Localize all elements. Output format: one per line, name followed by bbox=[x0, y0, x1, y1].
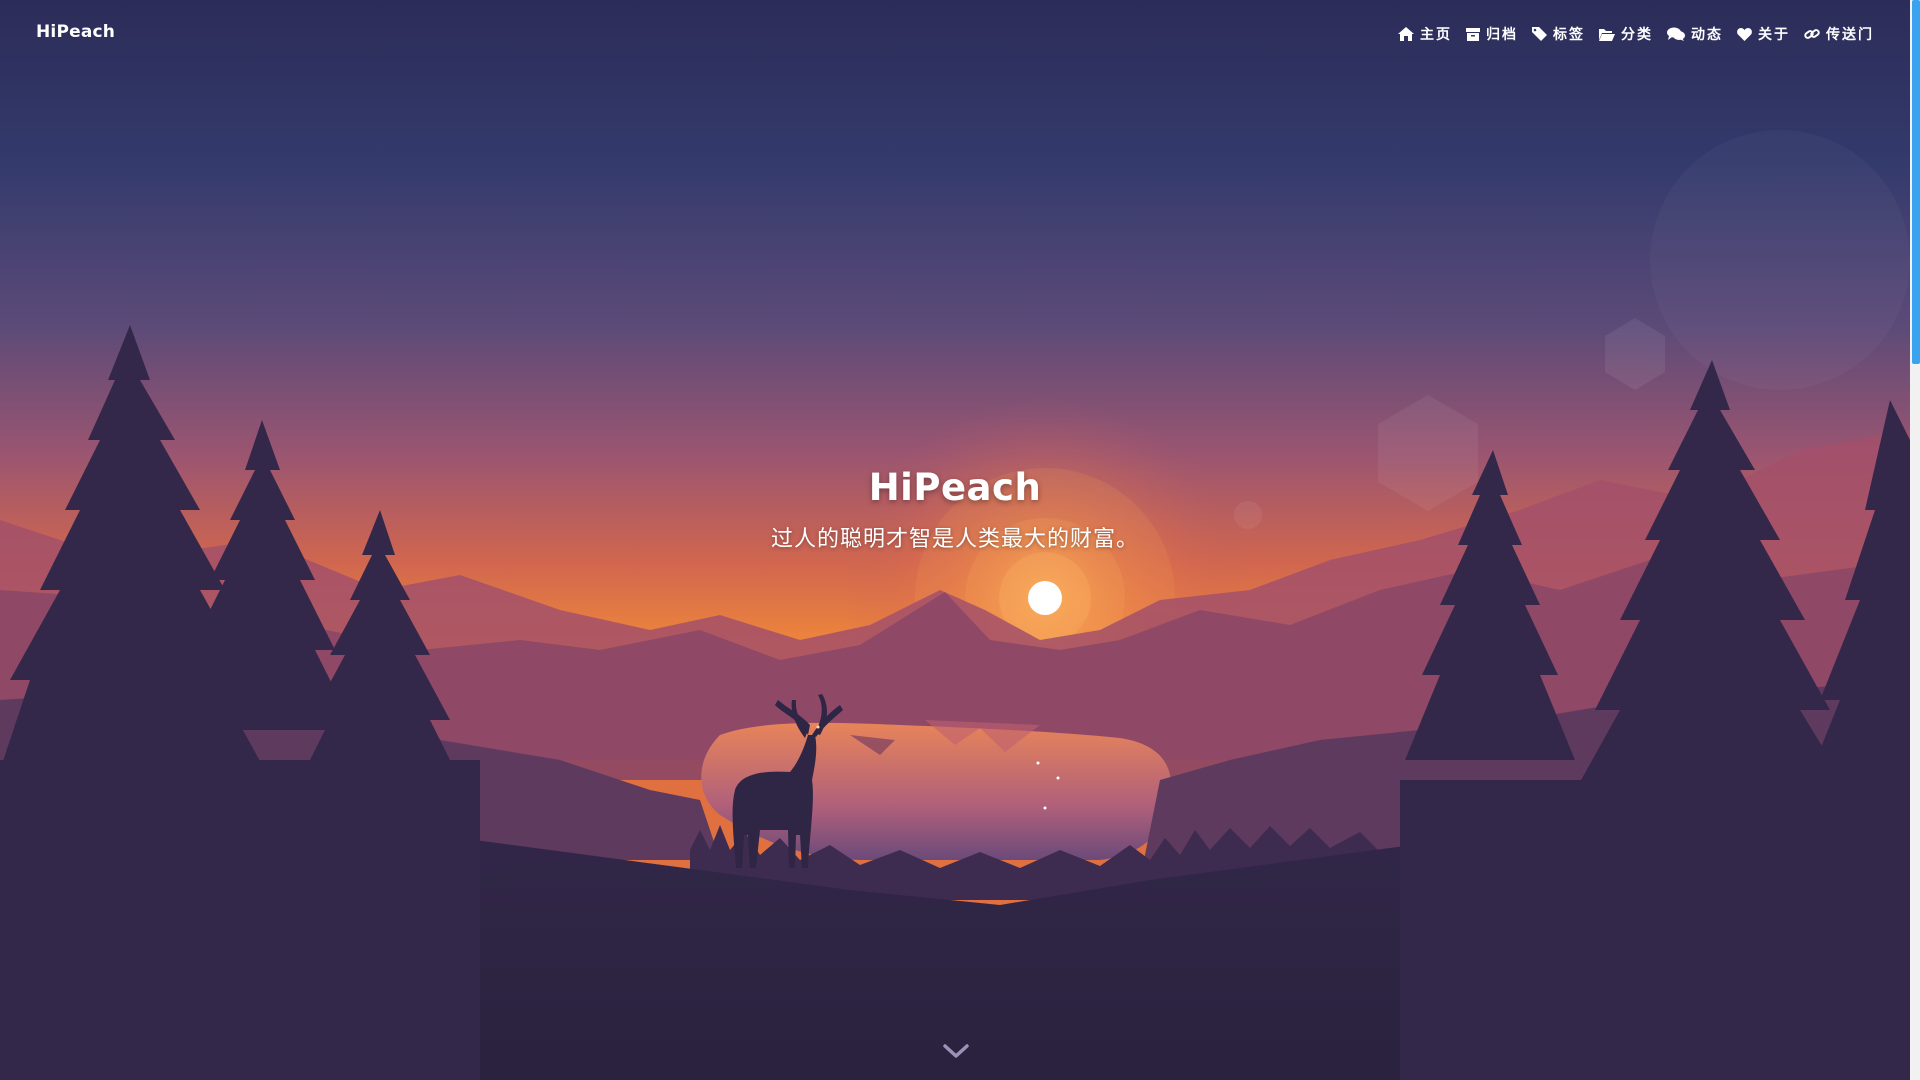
top-navbar: HiPeach 主页 归档 标签 分类 动态 关于 传送门 bbox=[0, 0, 1910, 70]
tag-icon bbox=[1532, 27, 1547, 41]
heart-icon bbox=[1737, 27, 1752, 41]
archive-icon bbox=[1466, 27, 1480, 41]
nav-item-label: 标签 bbox=[1553, 27, 1585, 43]
nav-item-label: 分类 bbox=[1621, 27, 1653, 43]
home-icon bbox=[1398, 27, 1414, 41]
page-scrollbar[interactable] bbox=[1910, 0, 1920, 1080]
site-brand-link[interactable]: HiPeach bbox=[36, 22, 115, 42]
hero-subtitle: 过人的聪明才智是人类最大的财富。 bbox=[770, 527, 1139, 552]
nav-item-label: 主页 bbox=[1420, 27, 1452, 43]
nav-item-home[interactable]: 主页 bbox=[1398, 24, 1452, 44]
comments-icon bbox=[1667, 27, 1685, 41]
nav-item-categories[interactable]: 分类 bbox=[1599, 24, 1653, 44]
page: HiPeach 主页 归档 标签 分类 动态 关于 传送门 HiPeach 过人… bbox=[0, 0, 1920, 1080]
hero-header: HiPeach 过人的聪明才智是人类最大的财富。 bbox=[0, 466, 1910, 553]
link-icon bbox=[1804, 27, 1820, 41]
nav-item-links[interactable]: 传送门 bbox=[1804, 24, 1874, 44]
nav-item-label: 动态 bbox=[1691, 27, 1723, 43]
nav-item-tags[interactable]: 标签 bbox=[1532, 24, 1585, 44]
nav-item-label: 传送门 bbox=[1826, 27, 1874, 43]
scrollbar-thumb[interactable] bbox=[1912, 0, 1920, 364]
nav-item-about[interactable]: 关于 bbox=[1737, 24, 1790, 44]
nav-item-label: 关于 bbox=[1758, 27, 1790, 43]
nav-item-label: 归档 bbox=[1486, 27, 1518, 43]
nav-item-moments[interactable]: 动态 bbox=[1667, 24, 1723, 44]
hero-title: HiPeach bbox=[868, 466, 1042, 509]
chevron-down-icon bbox=[943, 1044, 969, 1064]
scroll-down-button[interactable] bbox=[943, 1044, 969, 1064]
folder-open-icon bbox=[1599, 28, 1615, 41]
nav-item-archives[interactable]: 归档 bbox=[1466, 24, 1518, 44]
nav-menu: 主页 归档 标签 分类 动态 关于 传送门 bbox=[1398, 24, 1874, 44]
